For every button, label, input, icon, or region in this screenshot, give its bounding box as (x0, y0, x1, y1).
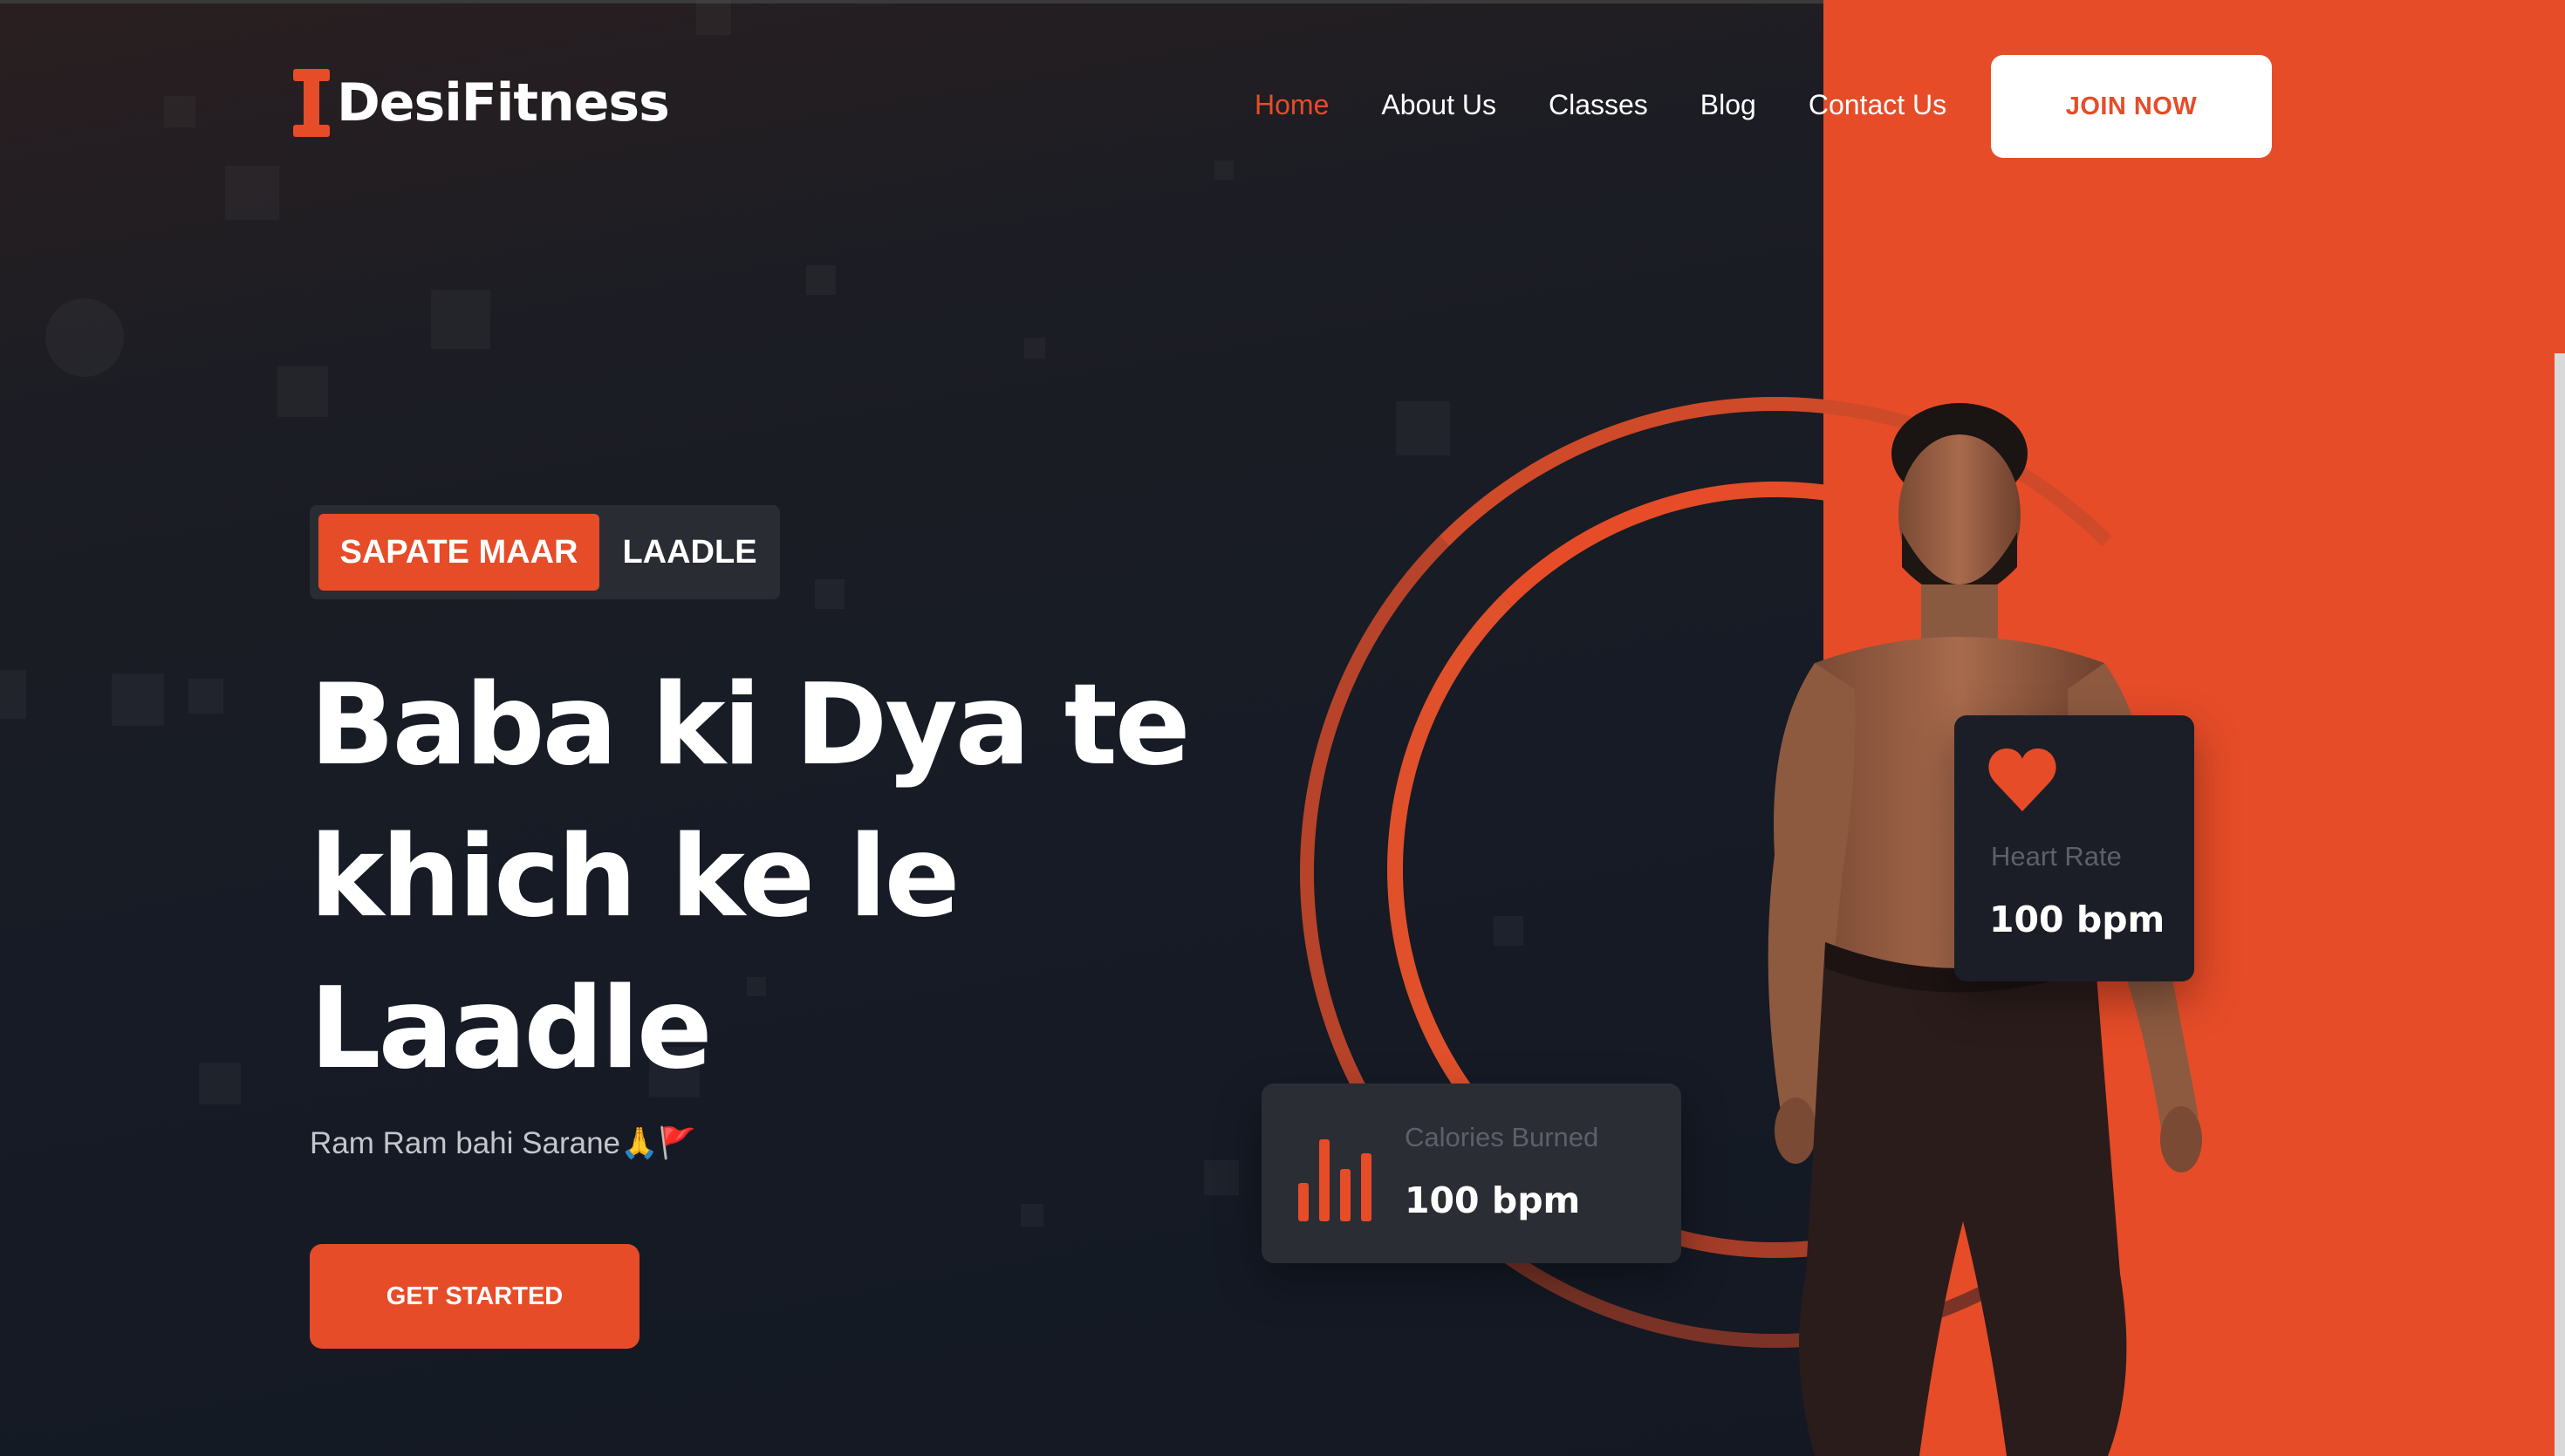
decor-square (0, 670, 26, 719)
decor-square (164, 96, 195, 127)
logo[interactable]: DesiFitness (291, 68, 670, 138)
nav-item-contact-us[interactable]: Contact Us (1809, 84, 1946, 126)
decor-square (1024, 338, 1045, 359)
hero-title-line: khich ke le (310, 812, 960, 942)
decor-square (188, 679, 223, 714)
calories-label: Calories Burned (1405, 1122, 1599, 1152)
decor-circle (45, 298, 124, 377)
hero-tag-secondary: LAADLE (622, 533, 757, 571)
hero-tag-group: SAPATE MAAR LAADLE (310, 505, 780, 599)
heart-rate-card: Heart Rate 100 bpm (1954, 715, 2194, 981)
scrollbar-track[interactable] (2555, 353, 2565, 1456)
decor-square (112, 673, 164, 726)
calories-card: Calories Burned 100 bpm (1262, 1083, 1681, 1263)
decor-square (199, 1063, 241, 1104)
decor-square (1021, 1204, 1043, 1227)
bar-chart-icon (1298, 1139, 1371, 1221)
decor-square (1204, 1160, 1239, 1195)
hero-subtitle: Ram Ram bahi Sarane🙏🚩 (310, 1126, 697, 1160)
nav-item-home[interactable]: Home (1255, 84, 1329, 126)
decor-square (806, 265, 836, 295)
decor-square (815, 579, 845, 609)
get-started-button[interactable]: GET STARTED (310, 1244, 640, 1349)
hero-title-line: Laadle (310, 964, 713, 1094)
decor-square (431, 290, 490, 349)
hero-title: Baba ki Dya te khich ke le Laadle (310, 650, 1226, 1105)
logo-text: DesiFitness (337, 72, 670, 133)
heart-icon (1988, 749, 2056, 811)
heart-rate-label: Heart Rate (1991, 841, 2122, 872)
nav-item-about-us[interactable]: About Us (1381, 84, 1496, 126)
join-now-button[interactable]: JOIN NOW (1991, 55, 2272, 158)
decor-square (1396, 401, 1450, 455)
main-nav: Home About Us Classes Blog Contact Us (1255, 84, 1946, 126)
decor-square (1214, 161, 1234, 180)
heart-rate-value: 100 bpm (1989, 899, 2165, 940)
decor-square (277, 366, 328, 417)
hero-tag-primary: SAPATE MAAR (318, 514, 599, 591)
decor-square (696, 0, 731, 35)
hero-title-line: Baba ki Dya te (310, 660, 1191, 790)
calories-value: 100 bpm (1405, 1179, 1581, 1221)
hero-page: DesiFitness Home About Us Classes Blog C… (0, 0, 2565, 1456)
nav-item-classes[interactable]: Classes (1549, 84, 1648, 126)
decor-square (225, 166, 279, 220)
dumbbell-icon (291, 69, 332, 137)
nav-item-blog[interactable]: Blog (1700, 84, 1756, 126)
